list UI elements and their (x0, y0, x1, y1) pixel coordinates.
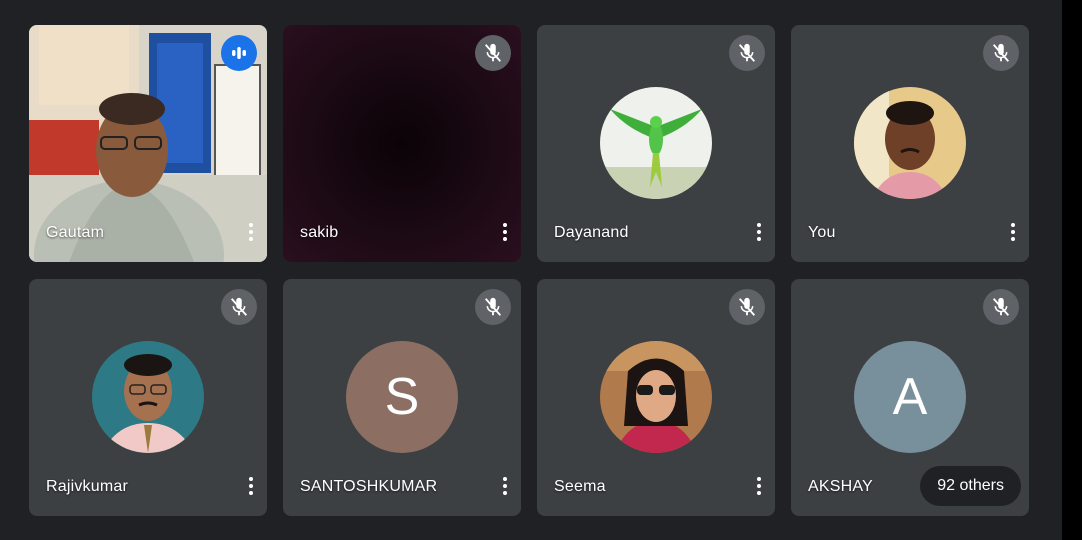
participant-tile-santoshkumar[interactable]: S SANTOSHKUMAR (283, 279, 521, 516)
more-options-icon[interactable] (243, 218, 259, 246)
participant-tile-dayanand[interactable]: Dayanand (537, 25, 775, 262)
mic-off-icon (729, 289, 765, 325)
participant-grid: Gautam sakib Dayanand You Rajivkumar S S… (29, 25, 1029, 516)
avatar (854, 87, 966, 199)
right-edge-bar (1062, 0, 1082, 540)
avatar-letter: S (346, 341, 458, 453)
participant-tile-seema[interactable]: Seema (537, 279, 775, 516)
participant-name: AKSHAY (808, 478, 873, 495)
participant-tile-you[interactable]: You (791, 25, 1029, 262)
participant-tile-gautam[interactable]: Gautam (29, 25, 267, 262)
participant-name: SANTOSHKUMAR (300, 478, 438, 495)
more-options-icon[interactable] (751, 218, 767, 246)
mic-off-icon (221, 289, 257, 325)
avatar-letter: A (854, 341, 966, 453)
mic-off-icon (983, 35, 1019, 71)
others-count-button[interactable]: 92 others (920, 466, 1021, 506)
more-options-icon[interactable] (243, 472, 259, 500)
participant-tile-akshay[interactable]: A AKSHAY 92 others (791, 279, 1029, 516)
more-options-icon[interactable] (1005, 218, 1021, 246)
more-options-icon[interactable] (497, 472, 513, 500)
participant-name: You (808, 224, 836, 241)
participant-name: Rajivkumar (46, 478, 129, 495)
mic-off-icon (729, 35, 765, 71)
more-options-icon[interactable] (751, 472, 767, 500)
mic-off-icon (475, 35, 511, 71)
speaking-indicator-icon (221, 35, 257, 71)
avatar (600, 341, 712, 453)
participant-name: Gautam (46, 224, 105, 241)
avatar (92, 341, 204, 453)
participant-name: Seema (554, 478, 606, 495)
mic-off-icon (983, 289, 1019, 325)
mic-off-icon (475, 289, 511, 325)
participant-name: Dayanand (554, 224, 629, 241)
participant-tile-sakib[interactable]: sakib (283, 25, 521, 262)
participant-name: sakib (300, 224, 339, 241)
participant-tile-rajivkumar[interactable]: Rajivkumar (29, 279, 267, 516)
more-options-icon[interactable] (497, 218, 513, 246)
avatar (600, 87, 712, 199)
